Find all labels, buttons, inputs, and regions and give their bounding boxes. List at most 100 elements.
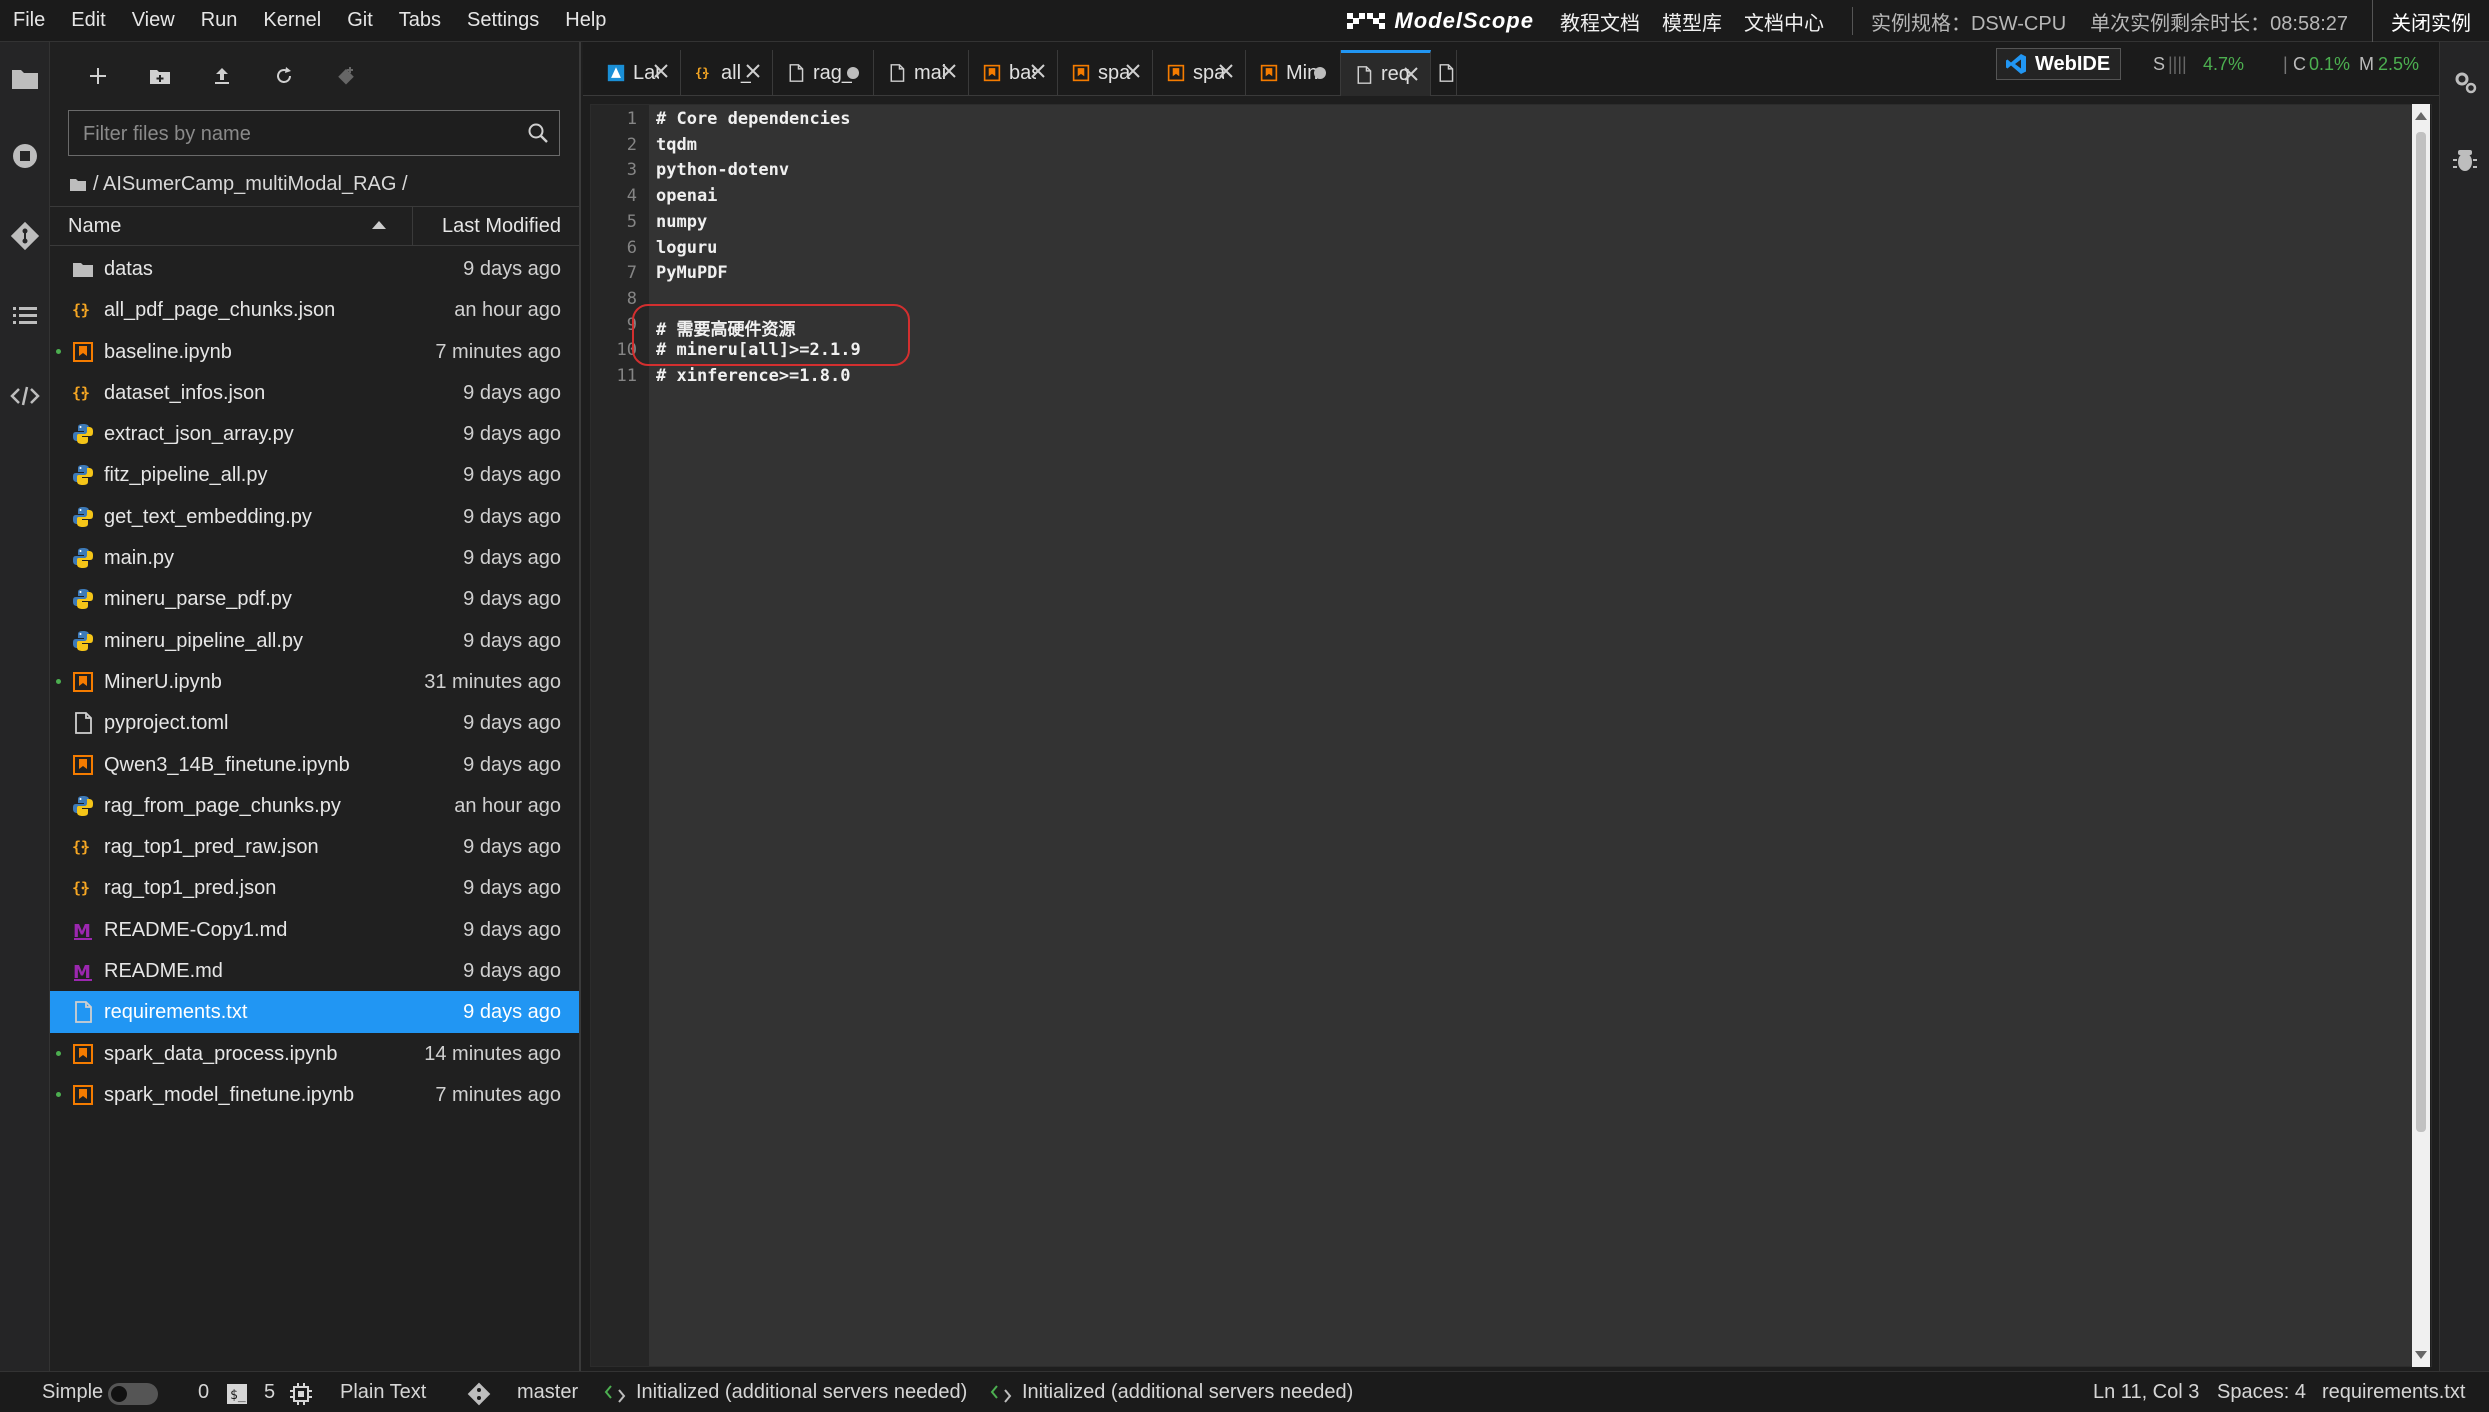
- file-row[interactable]: datas 9 days ago: [50, 248, 579, 289]
- close-icon[interactable]: [1124, 62, 1142, 80]
- running-sessions-icon[interactable]: [7, 138, 43, 174]
- menu-file[interactable]: File: [0, 0, 58, 41]
- file-row[interactable]: rag_from_page_chunks.py an hour ago: [50, 785, 579, 826]
- search-icon[interactable]: [527, 122, 549, 144]
- docs-center-link[interactable]: 文档中心: [1744, 7, 1824, 36]
- upload-button[interactable]: [206, 60, 238, 92]
- file-row[interactable]: {} rag_top1_pred_raw.json 9 days ago: [50, 826, 579, 867]
- lsp-status-2[interactable]: Initialized (additional servers needed): [1022, 1381, 1353, 1404]
- last-modified-column-header[interactable]: Last Modified: [442, 215, 561, 238]
- code-line[interactable]: 5 numpy: [591, 212, 2431, 238]
- simple-mode-toggle[interactable]: [108, 1383, 158, 1405]
- cursor-position[interactable]: Ln 11, Col 3: [2093, 1381, 2199, 1404]
- close-instance-button[interactable]: 关闭实例: [2372, 0, 2489, 42]
- menu-edit[interactable]: Edit: [58, 0, 118, 41]
- column-divider[interactable]: [412, 207, 413, 245]
- tab-baseline-[interactable]: baseline.: [969, 50, 1058, 96]
- refresh-button[interactable]: [268, 60, 300, 92]
- name-column-header[interactable]: Name: [68, 215, 121, 238]
- tutorial-docs-link[interactable]: 教程文档: [1560, 7, 1640, 36]
- git-clone-button[interactable]: [330, 60, 362, 92]
- tab-r[interactable]: r: [1431, 50, 1457, 96]
- file-row[interactable]: spark_data_process.ipynb 14 minutes ago: [50, 1033, 579, 1074]
- unsaved-indicator[interactable]: [1314, 67, 1326, 79]
- file-row[interactable]: MinerU.ipynb 31 minutes ago: [50, 661, 579, 702]
- line-number: 6: [626, 237, 637, 258]
- model-library-link[interactable]: 模型库: [1662, 7, 1722, 36]
- file-row[interactable]: Qwen3_14B_finetune.ipynb 9 days ago: [50, 744, 579, 785]
- terminal-count[interactable]: 0: [198, 1381, 209, 1404]
- kernel-count[interactable]: 5: [264, 1381, 275, 1404]
- file-row[interactable]: {} all_pdf_page_chunks.json an hour ago: [50, 289, 579, 330]
- file-filter-input[interactable]: [81, 111, 525, 157]
- unsaved-indicator[interactable]: [847, 67, 859, 79]
- code-line[interactable]: 7 PyMuPDF: [591, 263, 2431, 289]
- code-line[interactable]: 1 # Core dependencies: [591, 109, 2431, 135]
- menu-run[interactable]: Run: [188, 0, 251, 41]
- tab-spark-mo[interactable]: spark_mo: [1058, 50, 1153, 96]
- close-icon[interactable]: [1402, 65, 1420, 83]
- tab-rag-from[interactable]: rag_from: [773, 50, 874, 96]
- file-row[interactable]: get_text_embedding.py 9 days ago: [50, 496, 579, 537]
- code-line[interactable]: 11 # xinference>=1.8.0: [591, 366, 2431, 392]
- file-row[interactable]: M README.md 9 days ago: [50, 950, 579, 991]
- file-row[interactable]: fitz_pipeline_all.py 9 days ago: [50, 454, 579, 495]
- text-editor[interactable]: 1 # Core dependencies 2 tqdm 3 python-dotenv 4…: [590, 104, 2432, 1367]
- code-line[interactable]: 4 openai: [591, 186, 2431, 212]
- file-row[interactable]: baseline.ipynb 7 minutes ago: [50, 331, 579, 372]
- file-row[interactable]: extract_json_array.py 9 days ago: [50, 413, 579, 454]
- menu-help[interactable]: Help: [552, 0, 619, 41]
- debugger-icon[interactable]: [2447, 142, 2483, 178]
- menu-tabs[interactable]: Tabs: [386, 0, 454, 41]
- menu-kernel[interactable]: Kernel: [250, 0, 334, 41]
- file-row[interactable]: {} rag_top1_pred.json 9 days ago: [50, 867, 579, 908]
- close-icon[interactable]: [1217, 62, 1235, 80]
- tab-launcher[interactable]: Launcher: [593, 50, 681, 96]
- terminal-icon[interactable]: $_: [226, 1383, 248, 1405]
- menu-settings[interactable]: Settings: [454, 0, 552, 41]
- menu-git[interactable]: Git: [334, 0, 386, 41]
- close-icon[interactable]: [1029, 62, 1047, 80]
- git-branch[interactable]: master: [517, 1381, 578, 1404]
- file-browser-icon[interactable]: [7, 60, 43, 96]
- scrollbar-thumb[interactable]: [2416, 132, 2426, 1132]
- tab-all-pdf-p[interactable]: {}all_pdf_p: [681, 50, 773, 96]
- sort-ascending-icon[interactable]: [372, 221, 386, 229]
- file-row[interactable]: requirements.txt 9 days ago: [50, 991, 579, 1033]
- file-row[interactable]: {} dataset_infos.json 9 days ago: [50, 372, 579, 413]
- tab-mineru-ip[interactable]: MinerU.ip: [1246, 50, 1341, 96]
- tab-requirem[interactable]: requirem: [1341, 50, 1431, 96]
- new-folder-button[interactable]: [144, 60, 176, 92]
- git-icon[interactable]: [7, 218, 43, 254]
- webide-button[interactable]: WebIDE: [1996, 48, 2122, 80]
- code-line[interactable]: 2 tqdm: [591, 135, 2431, 161]
- breadcrumb[interactable]: / AISumerCamp_multiModal_RAG /: [70, 170, 408, 198]
- indentation[interactable]: Spaces: 4: [2217, 1381, 2306, 1404]
- kernel-icon[interactable]: [289, 1382, 313, 1406]
- file-row[interactable]: mineru_pipeline_all.py 9 days ago: [50, 620, 579, 661]
- scroll-down-arrow-icon[interactable]: [2415, 1351, 2427, 1359]
- modelscope-logo[interactable]: ModelScope: [1346, 8, 1534, 34]
- file-row[interactable]: mineru_parse_pdf.py 9 days ago: [50, 578, 579, 619]
- close-icon[interactable]: [652, 62, 670, 80]
- close-icon[interactable]: [940, 62, 958, 80]
- close-icon[interactable]: [744, 62, 762, 80]
- table-of-contents-icon[interactable]: [7, 298, 43, 334]
- language-mode[interactable]: Plain Text: [340, 1381, 426, 1404]
- file-row[interactable]: M README-Copy1.md 9 days ago: [50, 909, 579, 950]
- new-launcher-button[interactable]: [82, 60, 114, 92]
- menu-view[interactable]: View: [119, 0, 188, 41]
- code-line[interactable]: 6 loguru: [591, 238, 2431, 264]
- tab-main-py[interactable]: main.py: [874, 50, 969, 96]
- code-snippets-icon[interactable]: [7, 378, 43, 414]
- tab-spark-da[interactable]: spark_da: [1153, 50, 1246, 96]
- property-inspector-icon[interactable]: [2447, 64, 2483, 100]
- code-line[interactable]: 3 python-dotenv: [591, 160, 2431, 186]
- file-row[interactable]: pyproject.toml 9 days ago: [50, 702, 579, 743]
- file-row[interactable]: main.py 9 days ago: [50, 537, 579, 578]
- scroll-up-arrow-icon[interactable]: [2415, 112, 2427, 120]
- editor-vertical-scrollbar[interactable]: [2412, 104, 2430, 1367]
- file-row[interactable]: spark_model_finetune.ipynb 7 minutes ago: [50, 1074, 579, 1115]
- file-name: README-Copy1.md: [104, 918, 288, 941]
- lsp-status-1[interactable]: Initialized (additional servers needed): [636, 1381, 967, 1404]
